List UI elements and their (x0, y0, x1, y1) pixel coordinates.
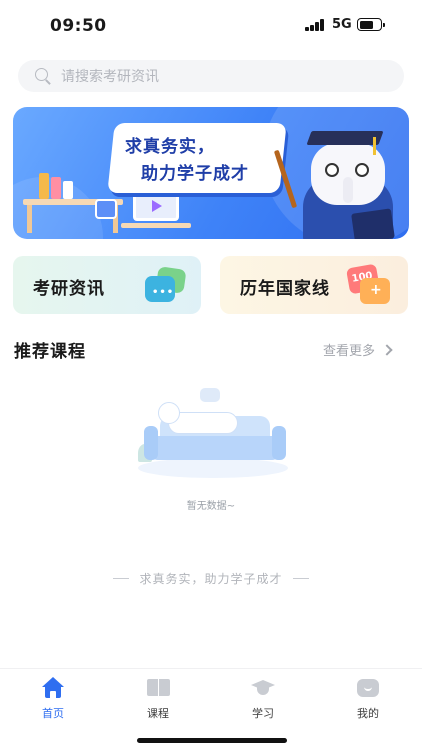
search-input[interactable]: 请搜索考研资讯 (18, 60, 404, 92)
banner-slogan-line2: 助力学子成才 (141, 164, 249, 184)
search-placeholder: 请搜索考研资讯 (61, 69, 159, 85)
tab-courses-label: 课程 (147, 707, 169, 720)
tab-study-label: 学习 (252, 707, 274, 720)
tablet-illustration (95, 199, 117, 219)
footer-slogan: 求真务实，助力学子成才 (0, 570, 422, 587)
footer-slogan-text: 求真务实，助力学子成才 (139, 572, 283, 586)
promo-banner[interactable]: 求真务实， 助力学子成才 (13, 107, 409, 239)
battery-icon (357, 18, 385, 31)
quick-link-news[interactable]: 考研资讯 ••• (13, 256, 201, 314)
quick-link-national-line-label: 历年国家线 (240, 279, 330, 299)
view-more-label: 查看更多 (323, 344, 376, 359)
book-icon (146, 677, 170, 699)
tab-profile[interactable]: 我的 (338, 677, 398, 723)
chevron-right-icon (381, 343, 393, 356)
profile-icon (356, 677, 380, 699)
graduation-cap-icon (251, 677, 275, 699)
tab-home-label: 首页 (42, 707, 64, 720)
tab-study[interactable]: 学习 (233, 677, 293, 723)
play-icon (152, 200, 162, 212)
chat-bubbles-icon: ••• (145, 266, 187, 304)
tab-courses[interactable]: 课程 (128, 677, 188, 723)
home-icon (41, 677, 65, 699)
status-time: 09:50 (50, 16, 107, 36)
empty-state-illustration (128, 388, 294, 488)
banner-slogan-line1: 求真务实， (125, 137, 215, 157)
tab-profile-label: 我的 (357, 707, 379, 720)
search-icon (34, 67, 52, 85)
quick-link-news-label: 考研资讯 (33, 279, 105, 299)
graduation-cap-illustration (306, 131, 384, 145)
signal-icon (305, 19, 325, 31)
tab-home[interactable]: 首页 (23, 677, 83, 723)
status-bar: 09:50 5G (0, 0, 422, 50)
quick-link-national-line[interactable]: 历年国家线 100 + (220, 256, 408, 314)
score-card-icon: 100 + (345, 263, 392, 306)
monitor-illustration (133, 191, 179, 221)
home-indicator (137, 738, 287, 743)
network-label: 5G (332, 17, 352, 32)
section-title-recommended: 推荐课程 (14, 342, 86, 362)
empty-state-text: 暂无数据~ (186, 501, 236, 512)
view-more-link[interactable]: 查看更多 (323, 340, 393, 359)
